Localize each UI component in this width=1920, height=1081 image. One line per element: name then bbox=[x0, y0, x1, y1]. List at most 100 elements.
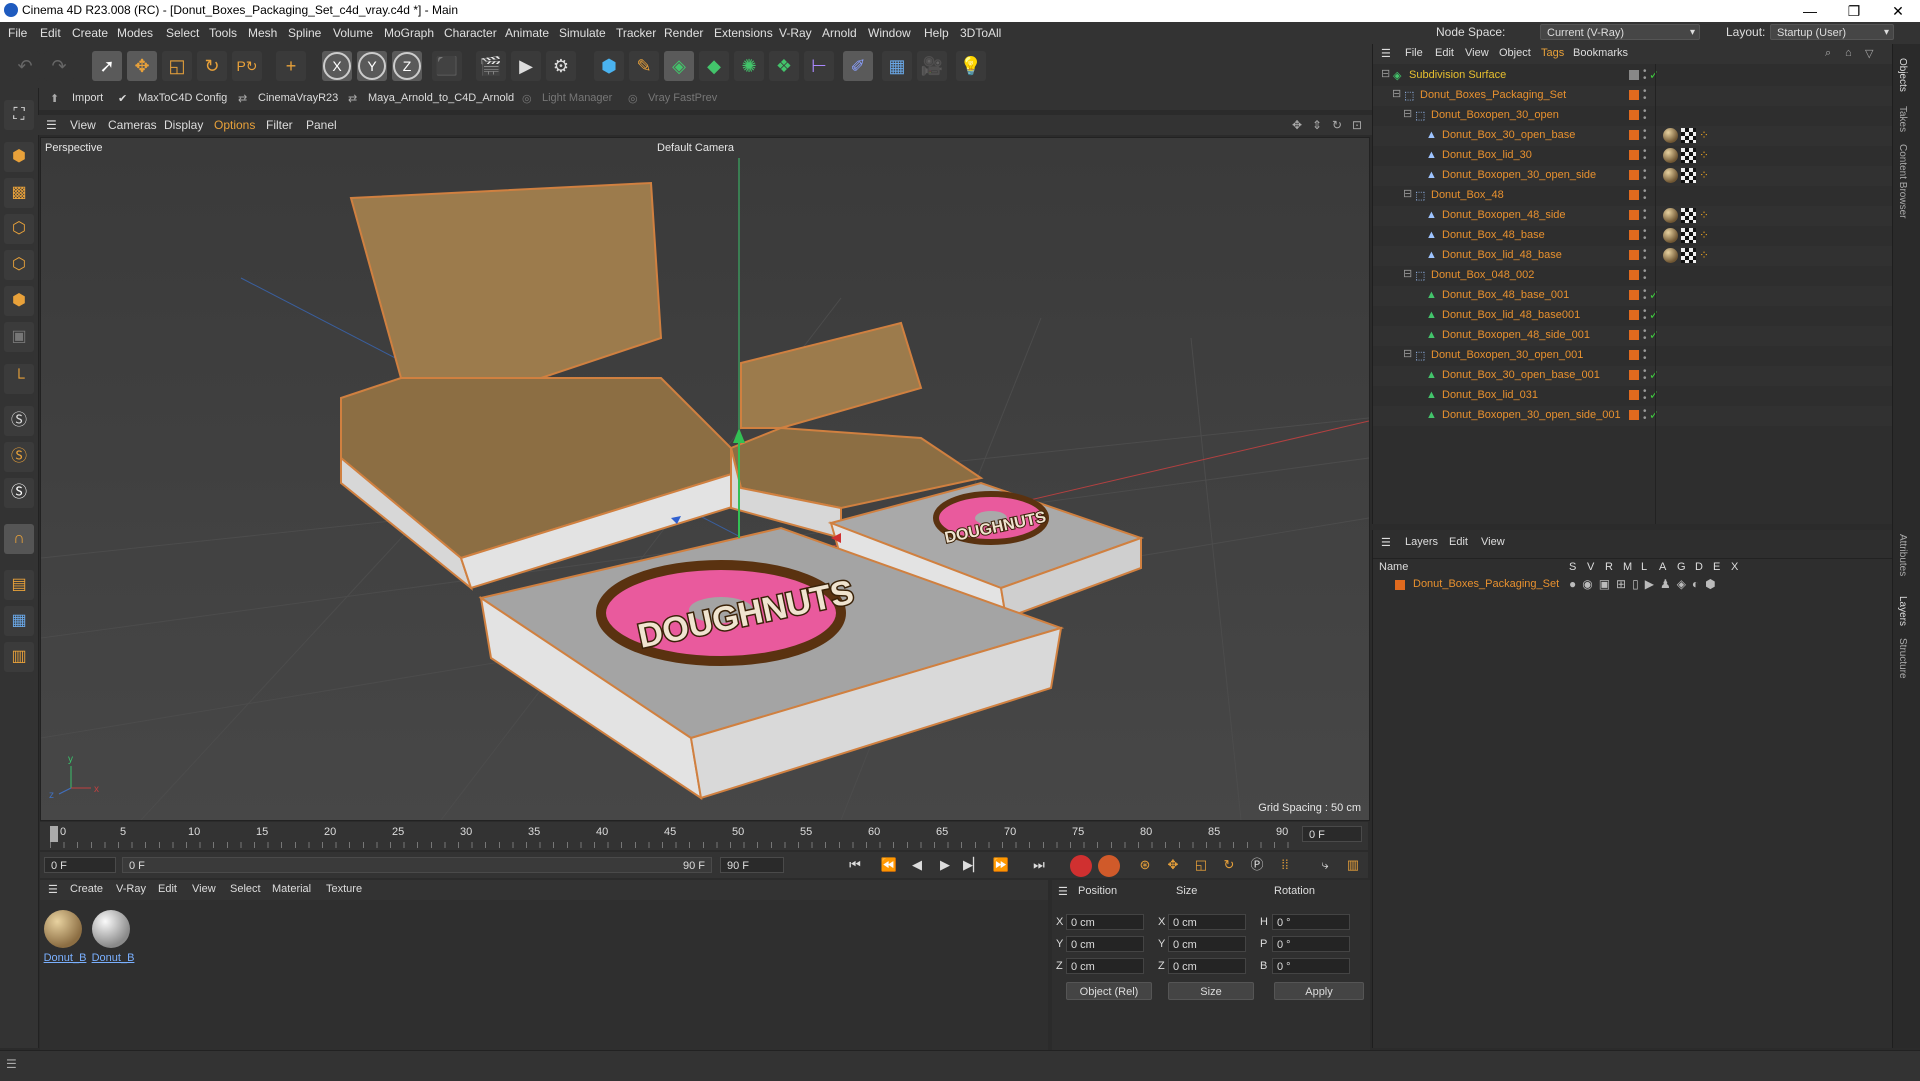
visibility-dots-icon[interactable]: • • bbox=[1643, 387, 1647, 404]
material-menu-select[interactable]: Select bbox=[230, 883, 261, 895]
expand-toggle-icon[interactable]: ⊟ bbox=[1403, 109, 1412, 120]
menu-simulate[interactable]: Simulate bbox=[559, 26, 606, 40]
light-icon[interactable]: 💡 bbox=[956, 51, 986, 81]
record-icon[interactable] bbox=[1070, 855, 1092, 877]
object-name[interactable]: Donut_Boxopen_48_side_001 bbox=[1442, 329, 1590, 341]
current-frame-field[interactable]: 0 F bbox=[1302, 826, 1362, 842]
render-region-icon[interactable]: 🎬 bbox=[476, 51, 506, 81]
grid-icon[interactable]: ▦ bbox=[4, 606, 34, 636]
visibility-dots-icon[interactable]: • • bbox=[1643, 207, 1647, 224]
tab-layers[interactable]: Layers bbox=[1897, 596, 1908, 626]
viewport-menu-panel[interactable]: Panel bbox=[306, 118, 337, 132]
material-menu-edit[interactable]: Edit bbox=[158, 883, 177, 895]
viewport-3d[interactable]: DOUGHNUTS DOUGHNUTS y x z Perspective De… bbox=[40, 137, 1370, 821]
object-name[interactable]: Donut_Box_lid_30 bbox=[1442, 149, 1532, 161]
uvw-tag-icon[interactable] bbox=[1681, 228, 1696, 243]
model-mode-icon[interactable]: ⛶ bbox=[4, 100, 34, 130]
key-rotation-icon[interactable]: ↻ bbox=[1218, 855, 1240, 875]
material-tag-icon[interactable] bbox=[1663, 228, 1678, 243]
redo-icon[interactable]: ↷ bbox=[44, 51, 74, 81]
selection-tag-icon[interactable]: ⁘ bbox=[1699, 248, 1709, 262]
coord-mode-dropdown[interactable]: Object (Rel) bbox=[1066, 982, 1152, 1000]
material-tag-icon[interactable] bbox=[1663, 148, 1678, 163]
next-frame-icon[interactable]: ▶▏ bbox=[962, 855, 984, 875]
tab-attributes[interactable]: Attributes bbox=[1897, 534, 1908, 576]
layer-menu-icon[interactable]: ☰ bbox=[1381, 536, 1391, 549]
visibility-dots-icon[interactable]: • • bbox=[1643, 407, 1647, 424]
menu-3dtoall[interactable]: 3DToAll bbox=[960, 26, 1001, 40]
import-button[interactable]: Import bbox=[72, 92, 103, 104]
layer-color-swatch[interactable] bbox=[1629, 210, 1639, 220]
rotate-icon[interactable]: ↻ bbox=[197, 51, 227, 81]
size-x-field[interactable]: 0 cm bbox=[1168, 914, 1246, 930]
y-axis-icon[interactable]: Y bbox=[357, 51, 387, 81]
visibility-dots-icon[interactable]: • • bbox=[1643, 227, 1647, 244]
coordinate-icon[interactable]: ⬛ bbox=[432, 51, 462, 81]
coordinates-menu-icon[interactable]: ☰ bbox=[1058, 885, 1068, 898]
deformer-icon[interactable]: ❖ bbox=[769, 51, 799, 81]
layer-color-swatch[interactable] bbox=[1629, 410, 1639, 420]
material-swatch[interactable]: Donut_B bbox=[90, 910, 134, 970]
layer-color-swatch[interactable] bbox=[1395, 580, 1405, 590]
add-icon[interactable]: + bbox=[276, 51, 306, 81]
recent-icon[interactable]: P↻ bbox=[232, 51, 262, 81]
viewport-menu-filter[interactable]: Filter bbox=[266, 118, 293, 132]
menu-select[interactable]: Select bbox=[166, 26, 199, 40]
object-row[interactable]: ▲ Donut_Box_lid_30 • • ⁘ bbox=[1373, 146, 1893, 166]
viewport-menu-display[interactable]: Display bbox=[164, 118, 203, 132]
object-filter-icon[interactable]: ▽ bbox=[1865, 47, 1873, 60]
tab-structure[interactable]: Structure bbox=[1897, 638, 1908, 679]
object-row[interactable]: ▲Donut_Box_lid_031••✓ bbox=[1373, 386, 1893, 406]
x-axis-icon[interactable]: X bbox=[322, 51, 352, 81]
polygons-mode-icon[interactable]: ⬢ bbox=[4, 286, 34, 316]
selection-tag-icon[interactable]: ⁘ bbox=[1699, 148, 1709, 162]
expand-toggle-icon[interactable]: ⊟ bbox=[1381, 69, 1390, 80]
layer-name[interactable]: Donut_Boxes_Packaging_Set bbox=[1413, 578, 1559, 590]
material-menu-material[interactable]: Material bbox=[272, 883, 311, 895]
object-row[interactable]: ▲ Donut_Box_lid_48_base • • ⁘ bbox=[1373, 246, 1893, 266]
object-row[interactable]: ▲ Donut_Box_30_open_base • • ⁘ bbox=[1373, 126, 1893, 146]
object-name[interactable]: Donut_Box_lid_031 bbox=[1442, 389, 1538, 401]
object-search-icon[interactable]: ⌕ bbox=[1825, 47, 1831, 60]
object-menu-tags[interactable]: Tags bbox=[1541, 47, 1564, 59]
expand-toggle-icon[interactable]: ⊟ bbox=[1403, 269, 1412, 280]
key-pla-icon[interactable]: ⁞⁞ bbox=[1274, 855, 1296, 875]
minimize-button[interactable]: — bbox=[1788, 0, 1832, 22]
material-swatch[interactable]: Donut_B bbox=[42, 910, 86, 970]
menu-help[interactable]: Help bbox=[924, 26, 949, 40]
object-row[interactable]: ▲ Donut_Boxopen_48_side • • ⁘ bbox=[1373, 206, 1893, 226]
layer-color-swatch[interactable] bbox=[1629, 150, 1639, 160]
object-name[interactable]: Donut_Boxopen_30_open_side_001 bbox=[1442, 409, 1621, 421]
pos-x-field[interactable]: 0 cm bbox=[1066, 914, 1144, 930]
light-manager-button[interactable]: Light Manager bbox=[542, 92, 612, 104]
layer-color-swatch[interactable] bbox=[1629, 90, 1639, 100]
key-scale-icon[interactable]: ◱ bbox=[1190, 855, 1212, 875]
object-menu-file[interactable]: File bbox=[1405, 47, 1423, 59]
paint-icon[interactable]: ✐ bbox=[843, 51, 873, 81]
object-menu-view[interactable]: View bbox=[1465, 47, 1489, 59]
floor-icon[interactable]: ▦ bbox=[882, 51, 912, 81]
cube-icon[interactable]: ⬢ bbox=[594, 51, 624, 81]
layer-color-swatch[interactable] bbox=[1629, 170, 1639, 180]
layer-menu-layers[interactable]: Layers bbox=[1405, 536, 1438, 548]
locked-workplane-icon[interactable]: ▥ bbox=[4, 642, 34, 672]
key-param-icon[interactable]: Ⓟ bbox=[1246, 855, 1268, 875]
object-menu-object[interactable]: Object bbox=[1499, 47, 1531, 59]
material-menu-icon[interactable]: ☰ bbox=[48, 883, 58, 896]
layer-flags-icons[interactable]: ●◉▣⊞▯▶♟◈◐⬢ bbox=[1569, 577, 1722, 591]
visibility-dots-icon[interactable]: • • bbox=[1643, 107, 1647, 124]
selection-tag-icon[interactable]: ⁘ bbox=[1699, 228, 1709, 242]
visibility-dots-icon[interactable]: • • bbox=[1643, 367, 1647, 384]
layer-color-swatch[interactable] bbox=[1629, 250, 1639, 260]
snap-settings-icon[interactable]: Ⓢ bbox=[4, 442, 34, 472]
prev-frame-icon[interactable]: ◀ bbox=[906, 855, 928, 875]
layer-menu-view[interactable]: View bbox=[1481, 536, 1505, 548]
render-view-icon[interactable]: ▶ bbox=[511, 51, 541, 81]
cloner-icon[interactable]: ✺ bbox=[734, 51, 764, 81]
workplane-icon[interactable]: ▤ bbox=[4, 570, 34, 600]
menu-extensions[interactable]: Extensions bbox=[714, 26, 773, 40]
goto-end-icon[interactable]: ⏭ bbox=[1028, 855, 1050, 875]
menu-create[interactable]: Create bbox=[72, 26, 108, 40]
selection-tag-icon[interactable]: ⁘ bbox=[1699, 208, 1709, 222]
visibility-dots-icon[interactable]: • • bbox=[1643, 307, 1647, 324]
